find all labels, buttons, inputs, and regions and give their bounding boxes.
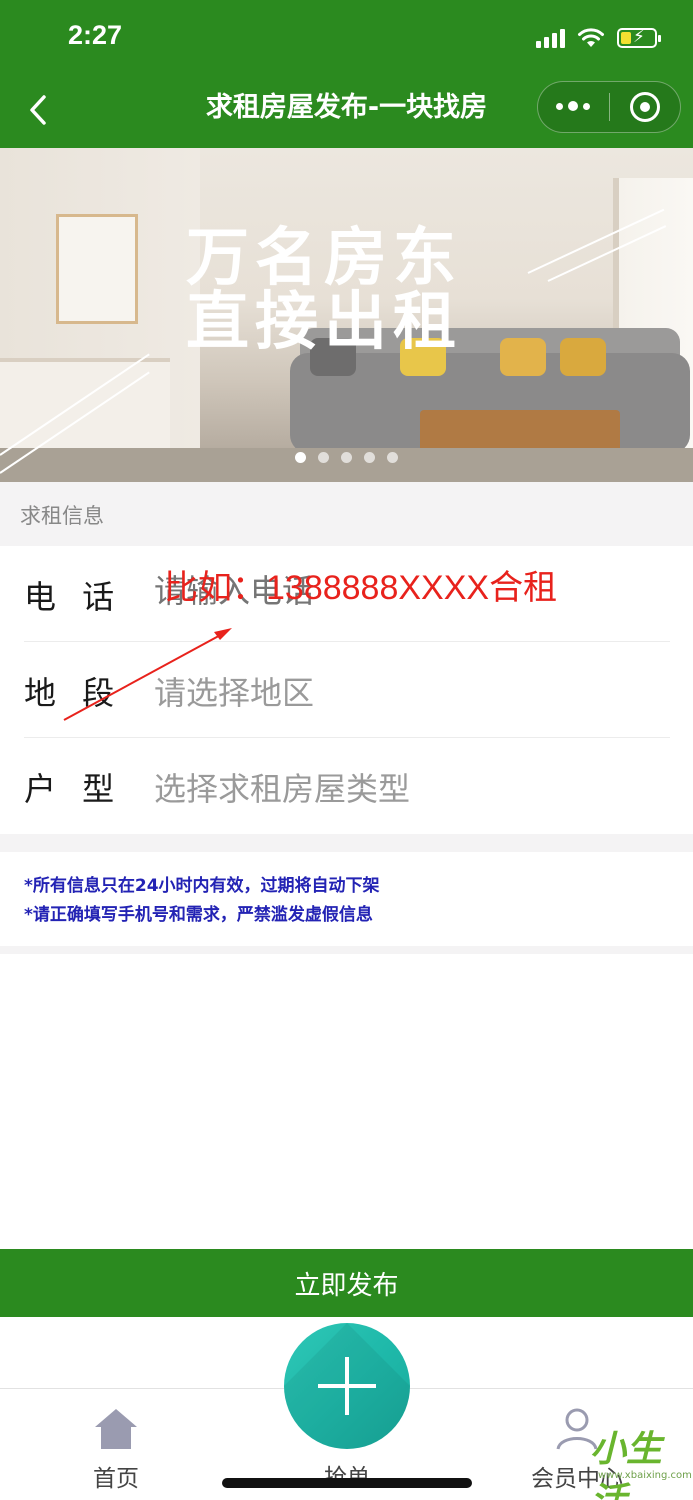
phone-input[interactable] (154, 572, 654, 610)
type-row[interactable]: 户 型 选择求租房屋类型 (24, 738, 670, 834)
section-title: 求租信息 (20, 504, 104, 528)
close-miniprogram-button[interactable] (610, 82, 681, 132)
more-dots-icon (556, 101, 591, 112)
house-type-picker[interactable]: 选择求租房屋类型 (154, 764, 654, 810)
plus-icon (318, 1357, 376, 1415)
publish-button[interactable]: 立即发布 (0, 1249, 693, 1317)
pager-dot[interactable] (364, 452, 375, 463)
tab-member-label: 会员中心 (531, 1466, 623, 1492)
tab-home-label: 首页 (93, 1466, 139, 1492)
status-icons: ⚡ (536, 24, 661, 52)
user-icon (556, 1408, 598, 1450)
banner-headline: 万名房东 直接出租 (186, 226, 526, 354)
tab-member[interactable]: 会员中心 (517, 1407, 637, 1493)
pager-dot[interactable] (295, 452, 306, 463)
banner-headline-line1: 万名房东 (186, 221, 462, 294)
notice-line: *所有信息只在24小时内有效，过期将自动下架 (24, 876, 380, 896)
banner-pager (0, 452, 693, 463)
promo-banner[interactable]: 万名房东 直接出租 (0, 148, 693, 482)
banner-painting-image (56, 214, 138, 324)
grab-order-button[interactable] (284, 1323, 410, 1449)
tab-home[interactable]: 首页 (56, 1407, 176, 1493)
area-row[interactable]: 地 段 请选择地区 (24, 642, 670, 738)
more-button[interactable] (538, 82, 609, 132)
notice-line: *请正确填写手机号和需求，严禁滥发虚假信息 (24, 905, 373, 925)
home-icon (95, 1409, 137, 1449)
home-indicator (222, 1478, 472, 1488)
type-label: 户 型 (24, 770, 123, 808)
notice-block: *所有信息只在24小时内有效，过期将自动下架 *请正确填写手机号和需求，严禁滥发… (0, 852, 693, 946)
pager-dot[interactable] (387, 452, 398, 463)
wifi-icon (578, 28, 604, 47)
miniprogram-capsule (537, 81, 681, 133)
pager-dot[interactable] (318, 452, 329, 463)
area-label: 地 段 (24, 674, 123, 712)
target-icon (629, 92, 660, 122)
cellular-signal-icon (536, 28, 565, 48)
pager-dot[interactable] (341, 452, 352, 463)
top-bar: 2:27 ⚡ 求租房屋发布-一块找房 (0, 0, 693, 148)
section-header: 求租信息 (0, 482, 693, 546)
status-time: 2:27 (68, 20, 123, 50)
area-picker[interactable]: 请选择地区 (154, 668, 654, 714)
banner-headline-line2: 直接出租 (186, 285, 462, 358)
battery-icon: ⚡ (617, 27, 661, 48)
phone-row: 电 话 (24, 546, 670, 642)
rental-form: 电 话 地 段 请选择地区 户 型 选择求租房屋类型 (0, 546, 693, 834)
phone-label: 电 话 (24, 578, 123, 616)
